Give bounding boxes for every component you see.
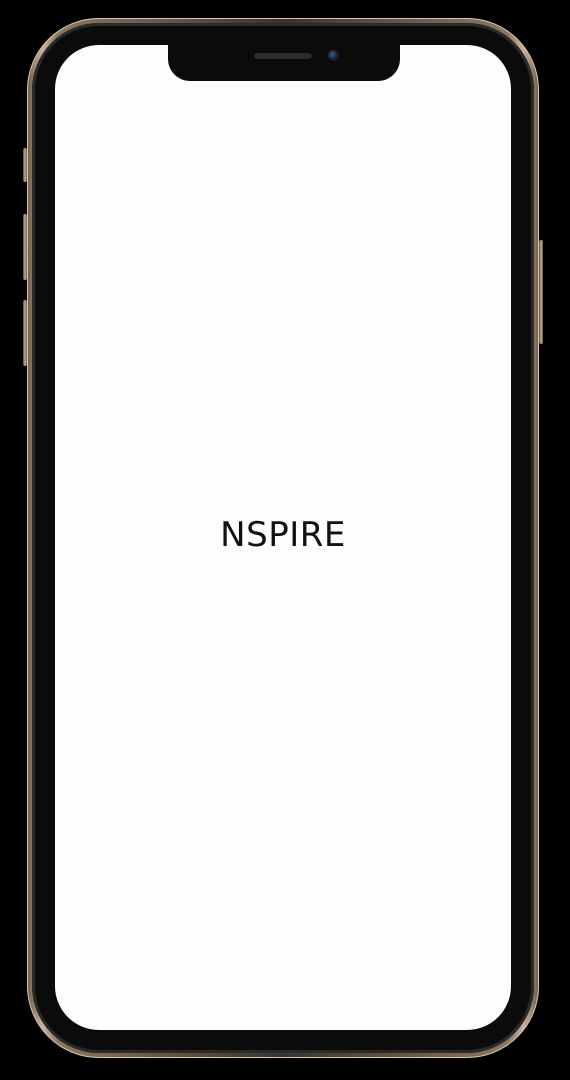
device-mockup: NSPIRE xyxy=(0,0,570,1080)
front-camera-icon xyxy=(328,50,339,61)
power-button xyxy=(539,240,543,344)
app-screen[interactable]: NSPIRE xyxy=(55,45,511,1030)
notch xyxy=(168,45,400,81)
earpiece-speaker-icon xyxy=(254,53,312,59)
splash-title: NSPIRE xyxy=(220,515,346,555)
